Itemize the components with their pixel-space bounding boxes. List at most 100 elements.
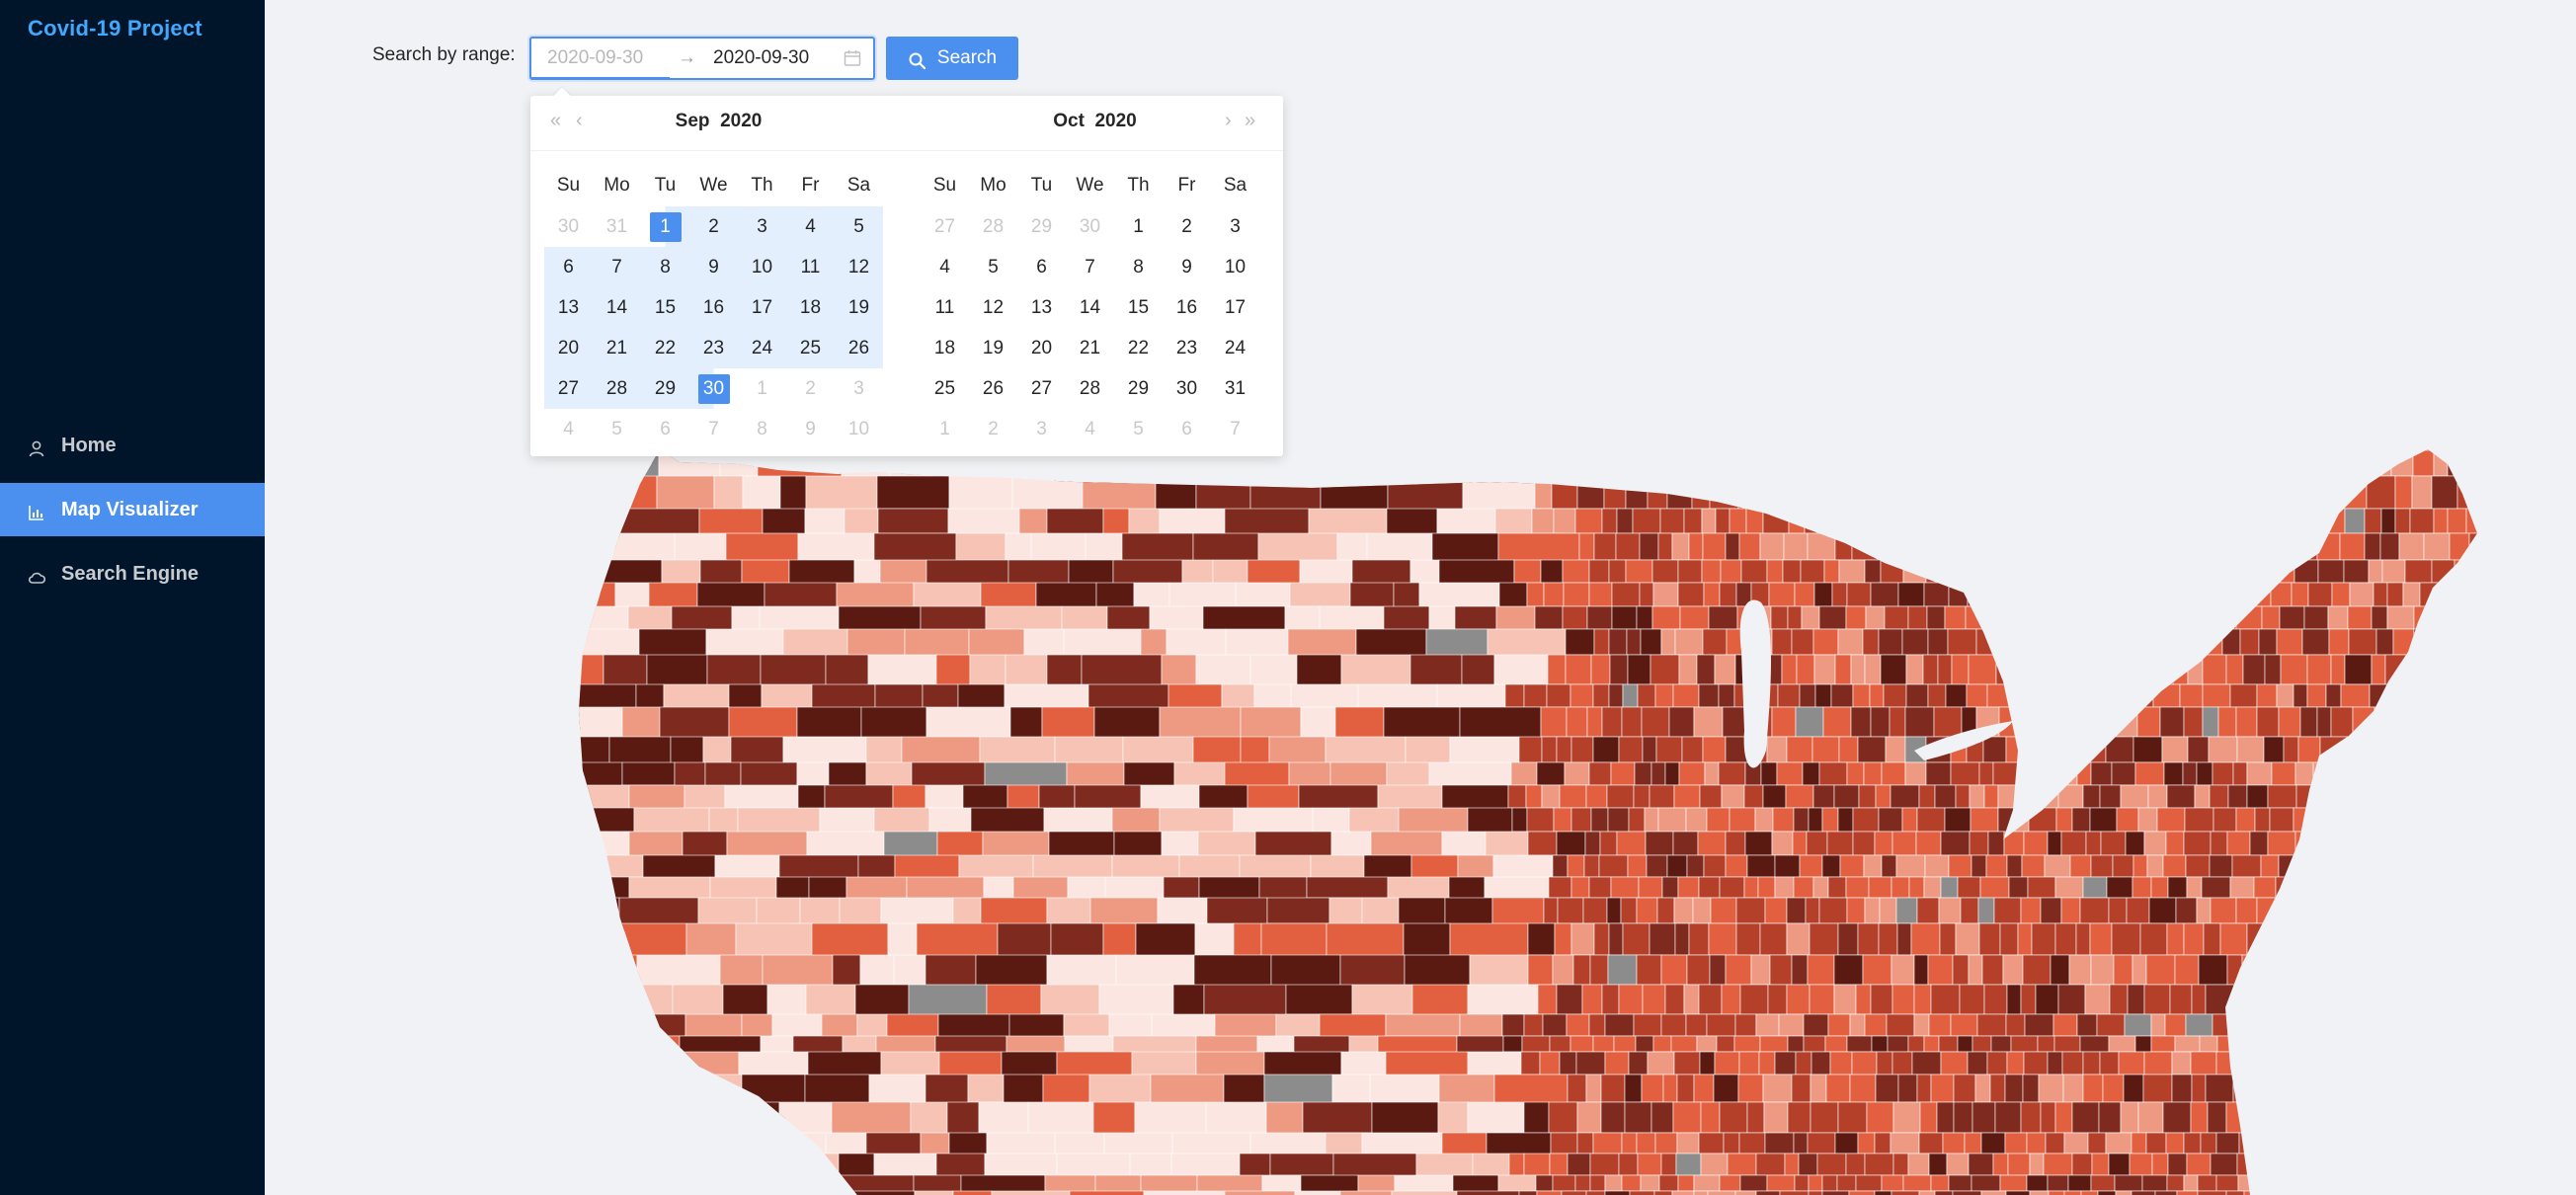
county-region[interactable]: [1531, 508, 1555, 534]
county-region[interactable]: [2031, 508, 2054, 534]
county-region[interactable]: [2099, 1051, 2120, 1076]
county-region[interactable]: [1621, 1132, 1638, 1155]
county-region[interactable]: [967, 1074, 1005, 1103]
county-region[interactable]: [2014, 807, 2030, 833]
county-region[interactable]: [2212, 1013, 2229, 1037]
county-region[interactable]: [2394, 508, 2411, 534]
county-region[interactable]: [1203, 984, 1287, 1018]
county-region[interactable]: [1719, 1101, 1748, 1134]
county-region[interactable]: [1801, 605, 1820, 630]
county-region[interactable]: [2493, 923, 2520, 955]
county-region[interactable]: [2003, 831, 2025, 856]
county-region[interactable]: [876, 475, 950, 510]
county-region[interactable]: [2351, 1132, 2367, 1155]
calendar-day-cell[interactable]: 4: [786, 206, 835, 247]
county-region[interactable]: [2323, 831, 2349, 856]
county-region[interactable]: [1977, 897, 1995, 924]
county-region[interactable]: [1592, 683, 1610, 708]
county-region[interactable]: [2135, 435, 2165, 451]
county-region[interactable]: [2109, 605, 2127, 630]
county-region[interactable]: [1537, 984, 1558, 1015]
county-region[interactable]: [2134, 1035, 2152, 1053]
county-region[interactable]: [1975, 628, 2004, 656]
county-region[interactable]: [1903, 449, 1934, 477]
county-region[interactable]: [2380, 954, 2404, 986]
county-region[interactable]: [2483, 1133, 2497, 1154]
county-region[interactable]: [2132, 876, 2152, 899]
county-region[interactable]: [2394, 475, 2413, 510]
county-region[interactable]: [2474, 475, 2494, 510]
county-region[interactable]: [1950, 761, 1980, 786]
county-region[interactable]: [2037, 1035, 2055, 1053]
county-region[interactable]: [1800, 559, 1825, 584]
county-region[interactable]: [2246, 761, 2273, 786]
county-region[interactable]: [2236, 736, 2265, 763]
county-region[interactable]: [2207, 1101, 2227, 1134]
county-region[interactable]: [2106, 876, 2133, 899]
county-region[interactable]: [2487, 629, 2510, 655]
county-region[interactable]: [1821, 1190, 1850, 1195]
county-region[interactable]: [2413, 628, 2437, 656]
county-region[interactable]: [1862, 954, 1892, 986]
county-region[interactable]: [1415, 1153, 1474, 1178]
county-region[interactable]: [1769, 954, 1793, 986]
county-region[interactable]: [1559, 1051, 1577, 1076]
county-region[interactable]: [2303, 897, 2334, 924]
county-region[interactable]: [2392, 628, 2415, 656]
county-region[interactable]: [2449, 435, 2477, 451]
county-region[interactable]: [2147, 475, 2175, 510]
county-region[interactable]: [2185, 559, 2202, 584]
county-region[interactable]: [1294, 1190, 1341, 1195]
county-region[interactable]: [1586, 605, 1613, 630]
county-region[interactable]: [2357, 984, 2378, 1015]
county-region[interactable]: [2307, 1101, 2335, 1134]
county-region[interactable]: [2157, 449, 2179, 477]
county-region[interactable]: [857, 854, 896, 880]
county-region[interactable]: [1611, 582, 1641, 607]
county-region[interactable]: [1549, 1035, 1571, 1053]
county-region[interactable]: [2406, 1013, 2422, 1037]
county-region[interactable]: [2414, 1132, 2445, 1155]
county-region[interactable]: [1641, 1074, 1664, 1103]
county-region[interactable]: [2055, 706, 2083, 738]
county-region[interactable]: [1570, 922, 1595, 956]
county-region[interactable]: [1986, 1051, 2008, 1076]
county-region[interactable]: [2384, 654, 2408, 685]
county-region[interactable]: [2473, 922, 2493, 956]
county-region[interactable]: [2200, 1132, 2217, 1155]
county-region[interactable]: [2468, 532, 2486, 561]
county-region[interactable]: [2137, 807, 2158, 833]
calendar-day-cell[interactable]: 7: [1211, 409, 1259, 449]
calendar-day-cell[interactable]: 28: [1066, 368, 1114, 409]
county-region[interactable]: [1875, 784, 1892, 809]
county-region[interactable]: [1798, 1153, 1818, 1176]
county-region[interactable]: [798, 1190, 843, 1195]
county-region[interactable]: [2435, 628, 2465, 656]
county-region[interactable]: [2171, 1051, 2192, 1076]
county-region[interactable]: [1721, 784, 1745, 809]
county-region[interactable]: [2299, 954, 2322, 986]
county-region[interactable]: [901, 736, 981, 766]
calendar-day-cell[interactable]: 30: [544, 206, 593, 247]
county-region[interactable]: [2205, 1074, 2234, 1103]
county-region[interactable]: [2361, 736, 2377, 763]
county-region[interactable]: [2487, 1014, 2511, 1036]
county-region[interactable]: [2150, 1035, 2176, 1053]
county-region[interactable]: [2393, 1153, 2411, 1176]
county-region[interactable]: [1626, 628, 1642, 656]
county-region[interactable]: [2191, 984, 2207, 1015]
county-region[interactable]: [2162, 854, 2187, 878]
county-region[interactable]: [2071, 807, 2091, 833]
county-region[interactable]: [1706, 1013, 1736, 1037]
county-region[interactable]: [1526, 582, 1545, 607]
county-region[interactable]: [1870, 706, 1891, 738]
county-region[interactable]: [2278, 706, 2301, 738]
county-region[interactable]: [2076, 761, 2092, 786]
county-region[interactable]: [2231, 854, 2262, 878]
county-region[interactable]: [2375, 736, 2396, 763]
county-region[interactable]: [2416, 784, 2436, 809]
county-region[interactable]: [2090, 854, 2114, 878]
county-region[interactable]: [1743, 784, 1764, 809]
county-region[interactable]: [1940, 831, 1971, 856]
county-region[interactable]: [2047, 831, 2062, 856]
